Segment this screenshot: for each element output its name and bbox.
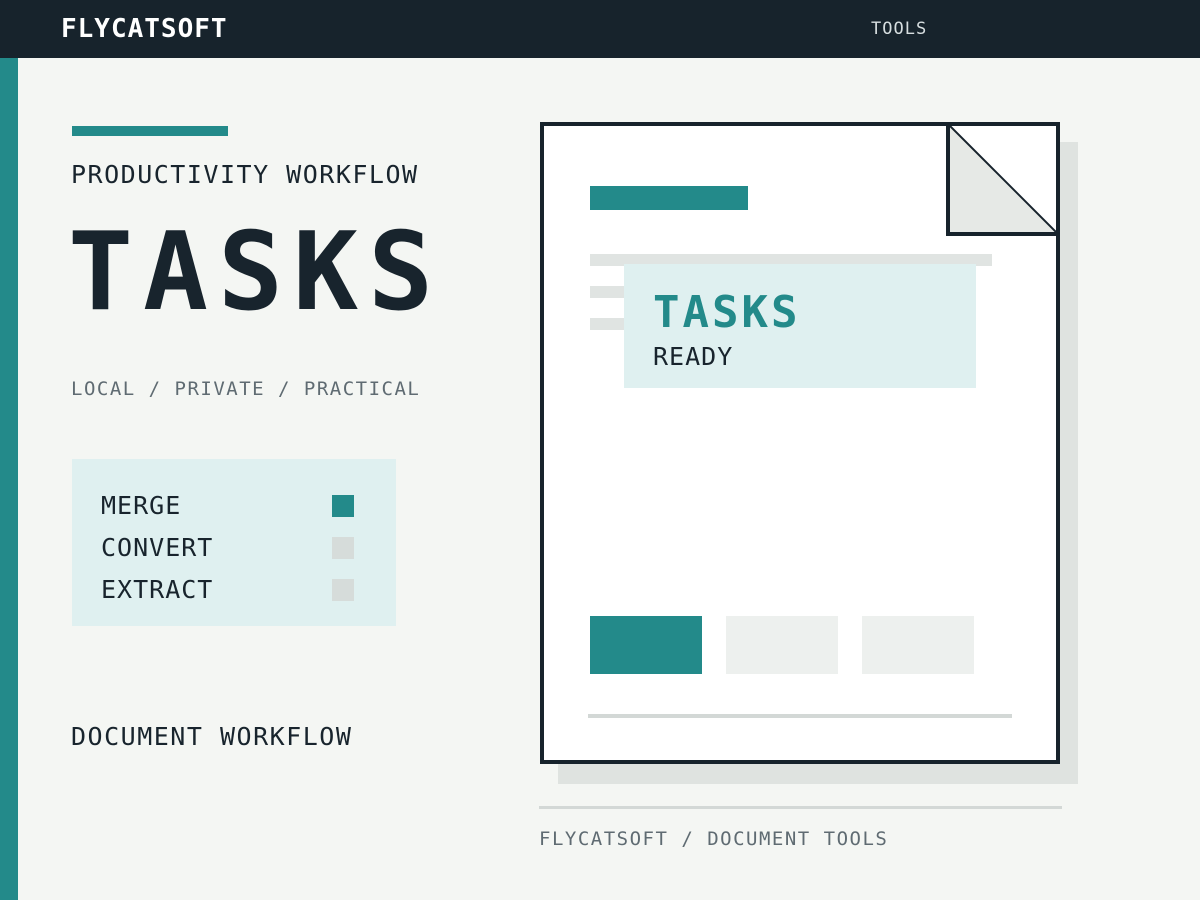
section-label: DOCUMENT WORKFLOW [71,722,353,751]
document-primary-block [590,616,702,674]
document-rule [588,714,1012,718]
task-item-merge[interactable]: MERGE [101,491,361,521]
document-status-card: TASKS READY [624,264,976,388]
side-accent-bar [0,58,18,900]
page-title: TASKS [68,210,444,335]
task-status-indicator [332,537,354,559]
nav-tools-link[interactable]: TOOLS [871,18,927,40]
document-card-status: READY [653,342,734,371]
document-secondary-block [726,616,838,674]
task-panel: MERGE CONVERT EXTRACT [72,459,396,626]
tagline: LOCAL / PRIVATE / PRACTICAL [71,378,421,400]
task-label: CONVERT [101,533,214,562]
task-item-convert[interactable]: CONVERT [101,533,361,563]
document-card-title: TASKS [653,287,801,338]
document-header-bar [590,186,748,210]
eyebrow-label: PRODUCTIVITY WORKFLOW [71,160,419,189]
page-fold-icon [946,122,1060,236]
footer-text: FLYCATSOFT / DOCUMENT TOOLS [539,828,889,850]
top-bar: FLYCATSOFT TOOLS [0,0,1200,58]
footer-divider [539,806,1062,809]
task-status-indicator [332,579,354,601]
document-secondary-block [862,616,974,674]
task-status-indicator [332,495,354,517]
task-item-extract[interactable]: EXTRACT [101,575,361,605]
accent-line [72,126,228,136]
task-label: EXTRACT [101,575,214,604]
brand-logo[interactable]: FLYCATSOFT [61,13,228,45]
task-label: MERGE [101,491,182,520]
